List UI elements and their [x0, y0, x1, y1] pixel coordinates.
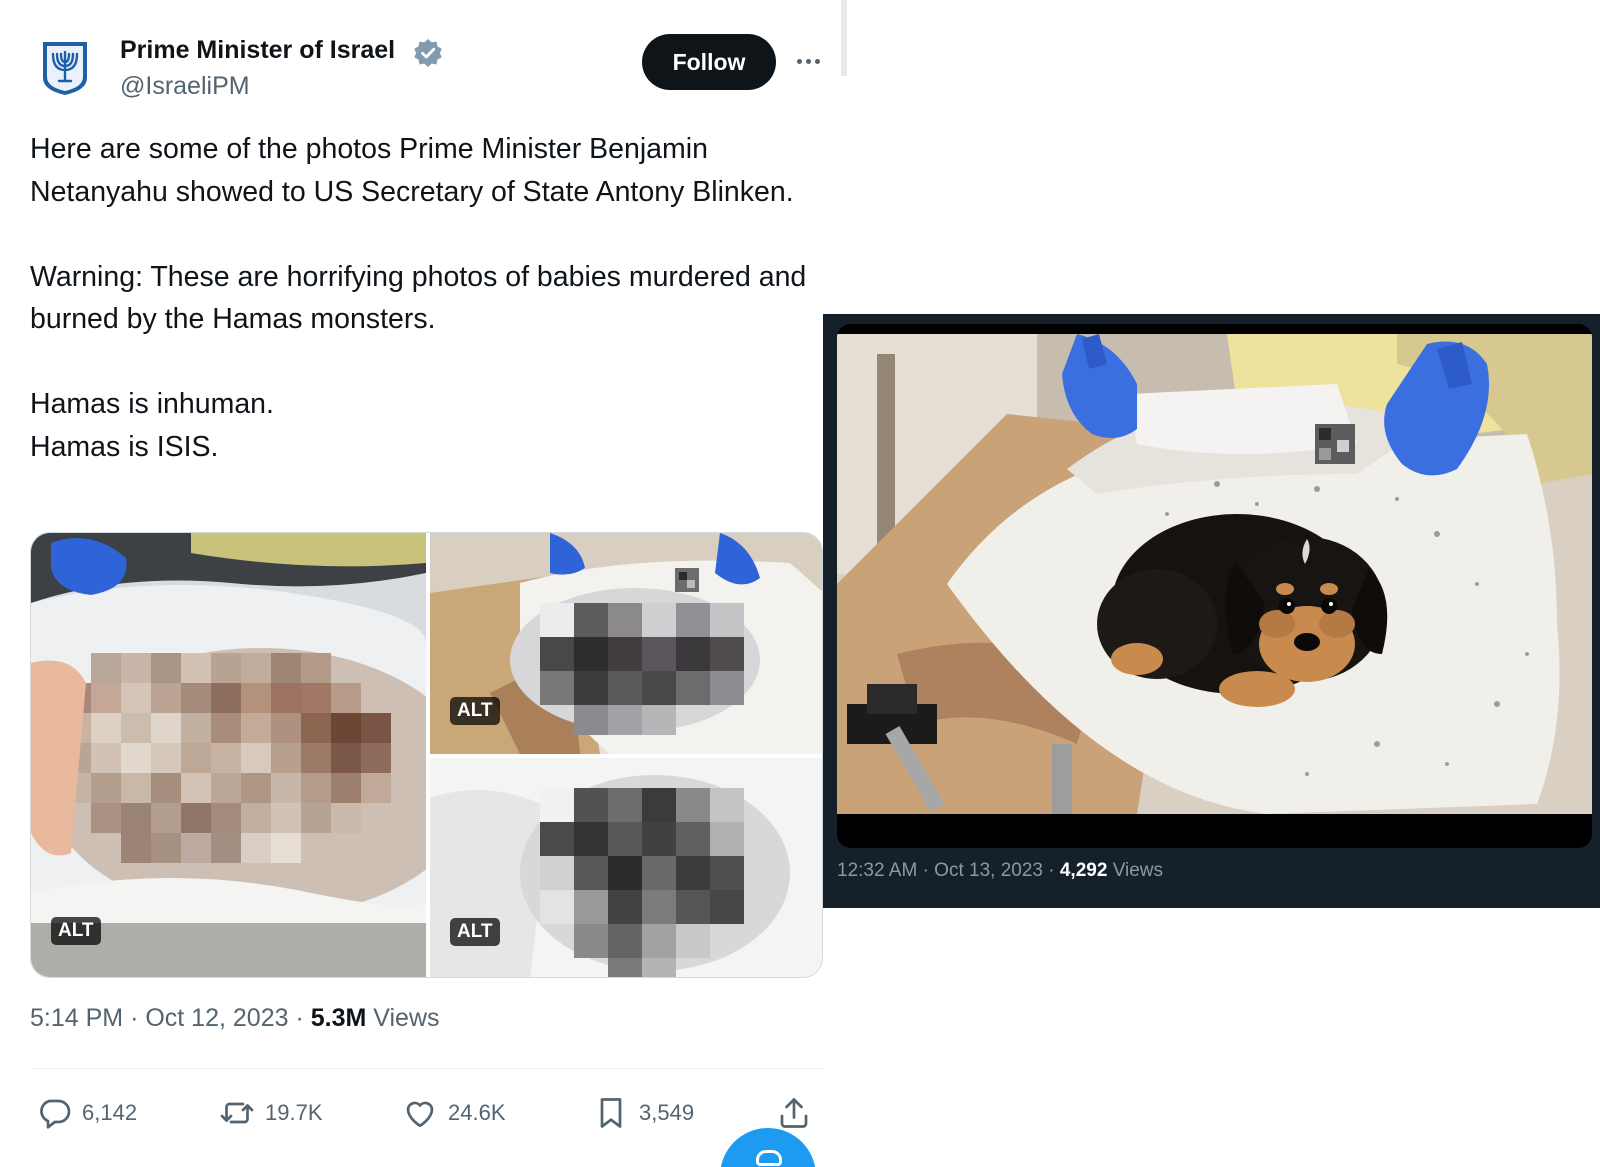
- share-icon: [780, 1098, 808, 1128]
- tweet-paragraph: Hamas is inhuman.: [30, 388, 274, 420]
- post-time[interactable]: 5:14 PM: [30, 1004, 123, 1032]
- action-bar: 6,142 19.7K 24.6K 3,549: [36, 1090, 826, 1136]
- tweet-paragraph: Hamas is ISIS.: [30, 430, 219, 463]
- reply-count: 6,142: [82, 1100, 138, 1125]
- post-date[interactable]: Oct 13, 2023: [934, 860, 1043, 881]
- second-post-metadata: 12:32 AM · Oct 13, 2023 · 4,292 Views: [837, 860, 1163, 882]
- views-label: Views: [373, 1004, 440, 1032]
- heart-icon: [406, 1101, 434, 1128]
- tweet-metadata: 5:14 PM · Oct 12, 2023 · 5.3M Views: [30, 1004, 440, 1033]
- separator: ·: [130, 1004, 139, 1032]
- separator: ·: [922, 860, 929, 881]
- menorah-emblem-icon[interactable]: [40, 40, 90, 96]
- bookmark-icon: [600, 1098, 622, 1128]
- post-date[interactable]: Oct 12, 2023: [145, 1004, 288, 1032]
- repost-icon: [220, 1102, 254, 1124]
- reply-icon: [40, 1099, 71, 1129]
- alt-badge[interactable]: ALT: [51, 917, 101, 945]
- views-label: Views: [1112, 860, 1164, 881]
- media-grid: ALT ALT ALT: [30, 532, 823, 978]
- puppy-photo[interactable]: [837, 324, 1592, 848]
- tweet-paragraph: Here are some of the photos Prime Minist…: [30, 133, 794, 208]
- verified-badge-icon: [413, 38, 443, 68]
- like-count: 24.6K: [448, 1100, 506, 1125]
- author-name[interactable]: Prime Minister of Israel: [120, 36, 395, 65]
- compose-icon: [756, 1150, 782, 1166]
- repost-count: 19.7K: [265, 1100, 323, 1125]
- more-horizontal-icon[interactable]: [790, 46, 826, 76]
- views-count: 5.3M: [310, 1004, 367, 1032]
- bookmark-count: 3,549: [639, 1100, 695, 1125]
- like-button[interactable]: 24.6K: [402, 1090, 506, 1136]
- repost-button[interactable]: 19.7K: [219, 1090, 323, 1136]
- follow-button[interactable]: Follow: [642, 34, 776, 90]
- alt-badge[interactable]: ALT: [450, 697, 500, 725]
- author-handle[interactable]: @IsraeliPM: [120, 72, 250, 101]
- tweet-photo-1[interactable]: ALT: [31, 533, 426, 977]
- views-count: 4,292: [1059, 860, 1108, 881]
- divider: [30, 1068, 825, 1069]
- separator: ·: [1048, 860, 1055, 881]
- tweet-card: Prime Minister of Israel @IsraeliPM Foll…: [0, 0, 830, 1167]
- tweet-photo-2[interactable]: ALT: [430, 533, 822, 754]
- tweet-text: Here are some of the photos Prime Minist…: [30, 128, 810, 468]
- post-time[interactable]: 12:32 AM: [837, 860, 917, 881]
- second-post-card: 12:32 AM · Oct 13, 2023 · 4,292 Views: [823, 314, 1600, 908]
- tweet-photo-3[interactable]: ALT: [430, 758, 822, 977]
- tweet-paragraph: Warning: These are horrifying photos of …: [30, 260, 807, 336]
- alt-badge[interactable]: ALT: [450, 918, 500, 946]
- separator: ·: [295, 1004, 304, 1032]
- bookmark-button[interactable]: 3,549: [593, 1090, 694, 1136]
- reply-button[interactable]: 6,142: [36, 1090, 137, 1136]
- scrollbar[interactable]: [841, 0, 847, 76]
